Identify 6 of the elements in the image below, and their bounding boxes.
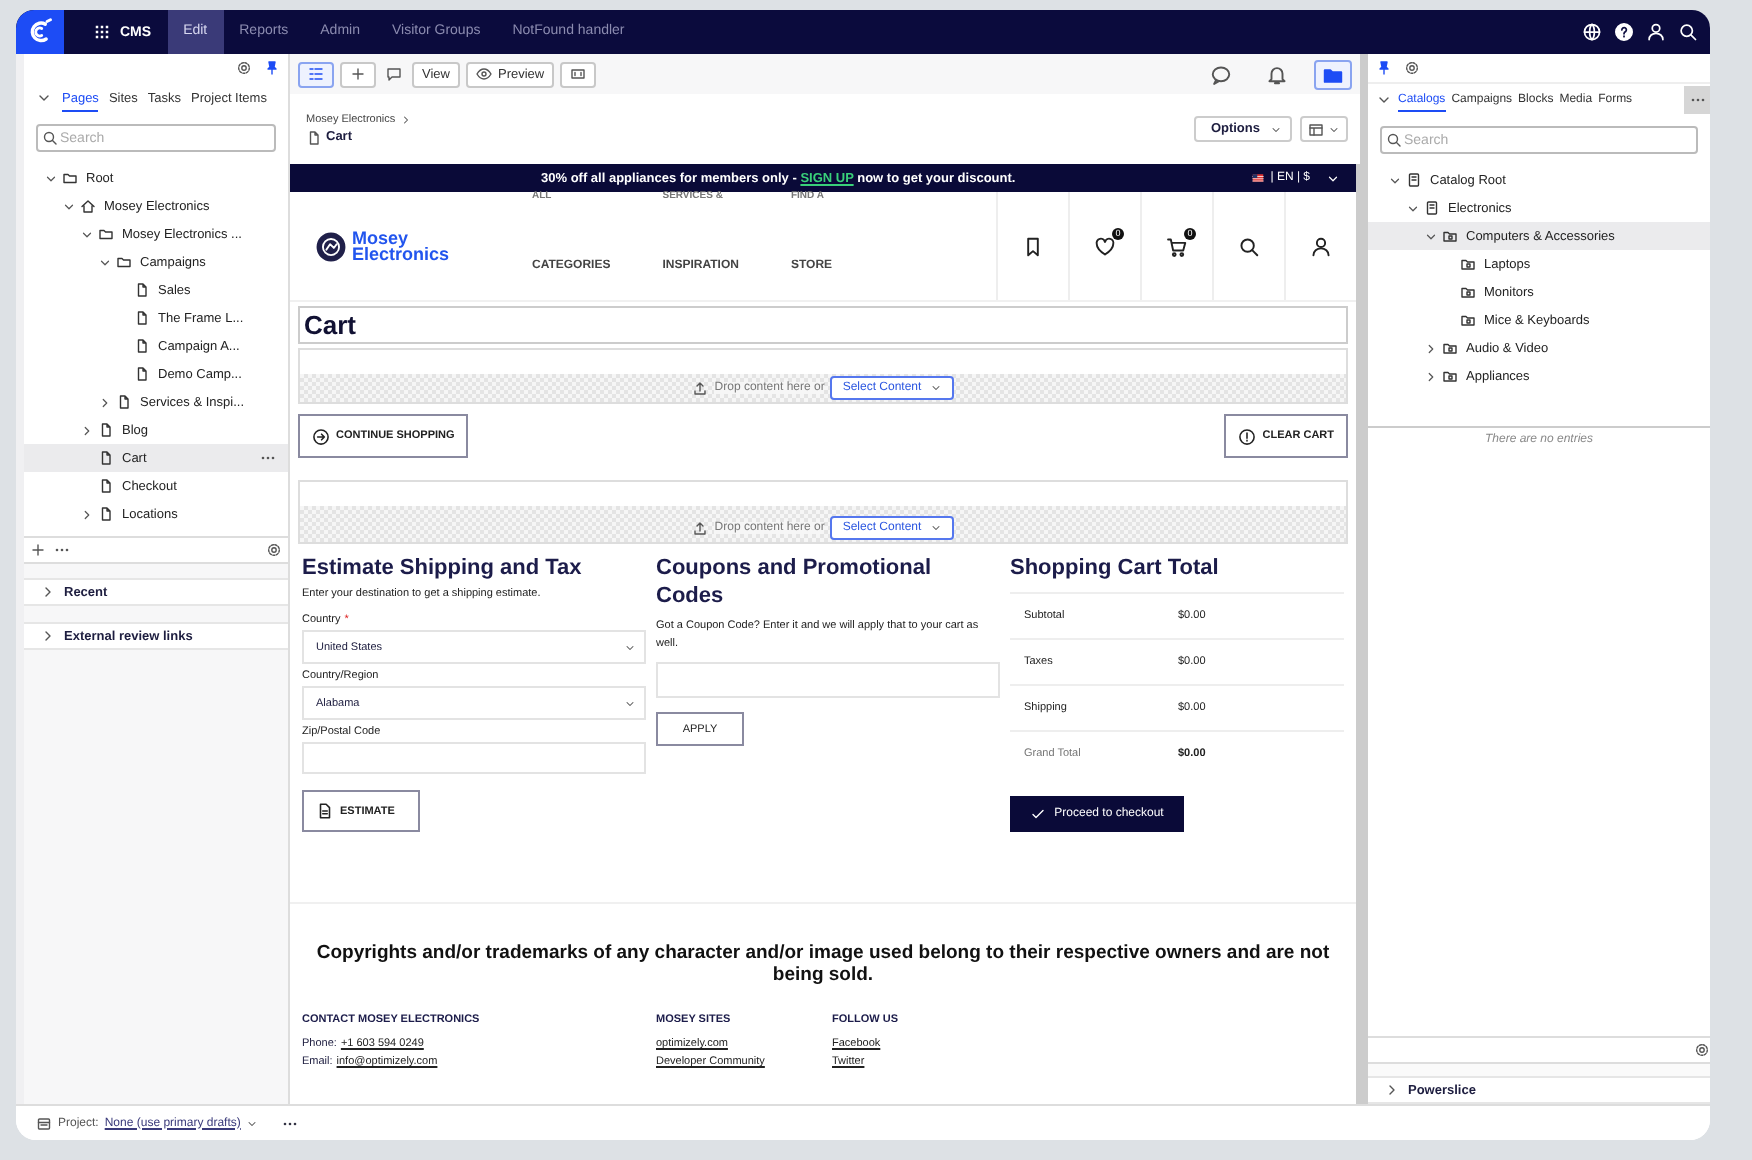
site-logo-text[interactable]: Mosey Electronics (352, 230, 460, 262)
section-heading: Coupons and Promotional Codes (656, 554, 933, 610)
section-heading: Shopping Cart Total (1010, 554, 1221, 582)
page-heading: Cart (298, 306, 1348, 344)
section-heading: Estimate Shipping and Tax (302, 554, 584, 582)
copyright-notice: Copyrights and/or trademarks of any character and/or image used belong to their respective owners and are not being sold. (314, 942, 1332, 986)
